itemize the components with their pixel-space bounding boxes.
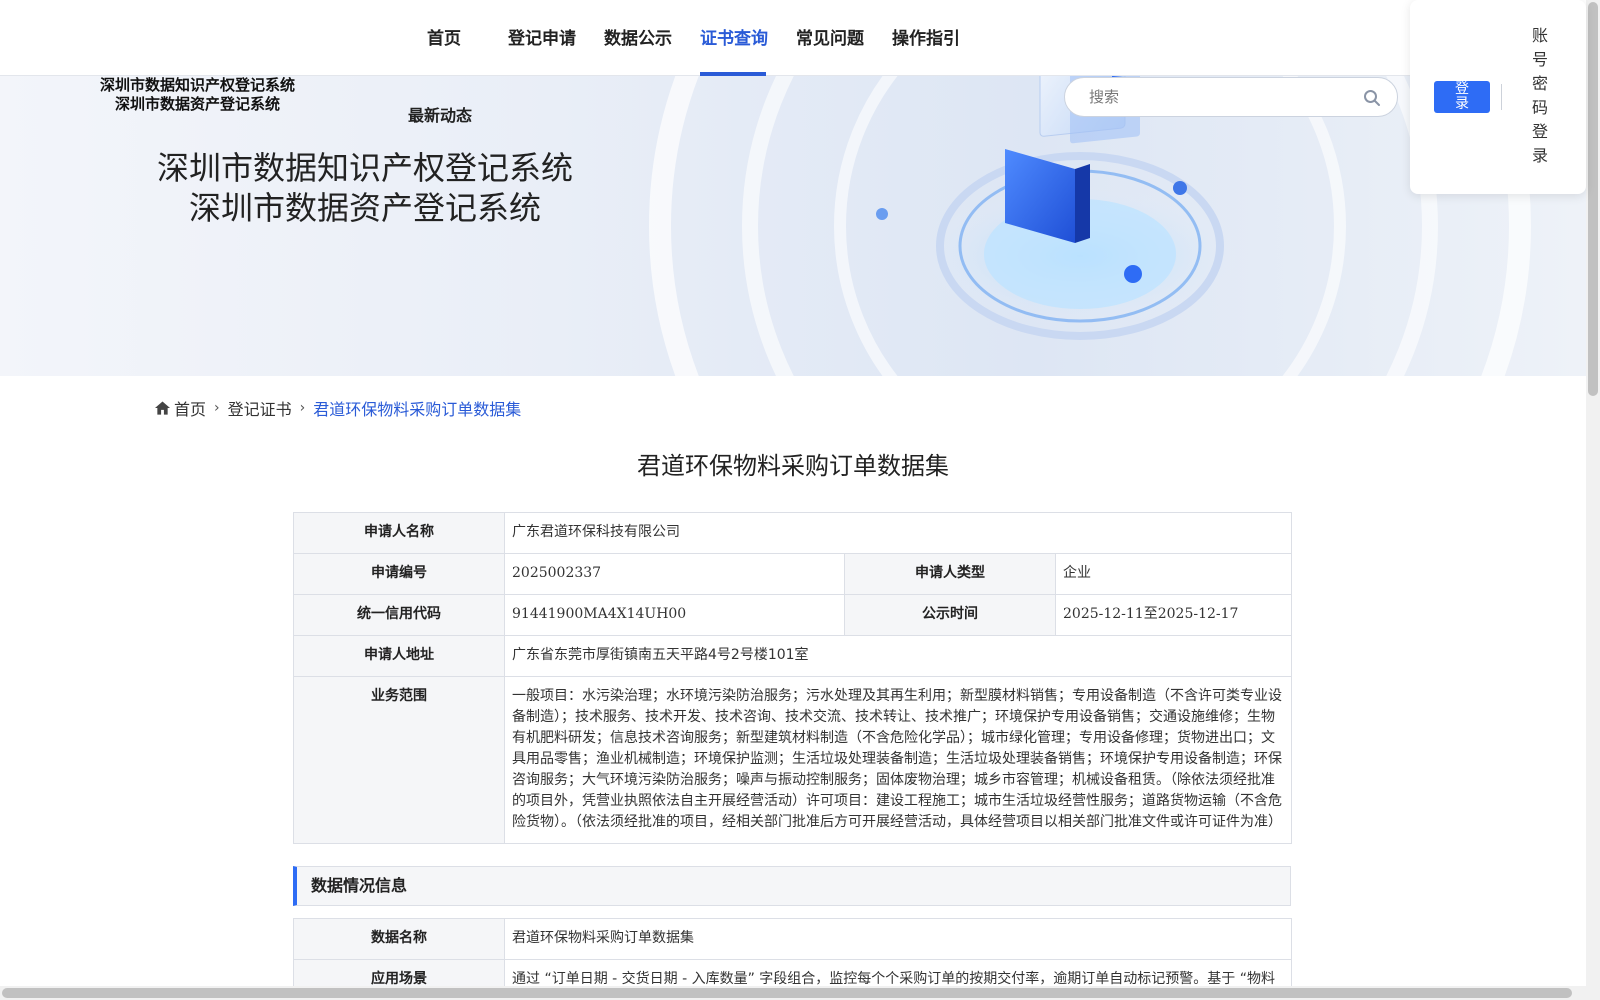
table-row: 统一信用代码 91441900MA4X14UH00 公示时间 2025-12-1…: [293, 594, 1292, 636]
nav-home[interactable]: 首页: [427, 24, 461, 76]
nav-label: 证书查询: [700, 29, 768, 49]
application-number-label: 申请编号: [293, 553, 505, 595]
table-row: 申请人地址 广东省东莞市厚街镇南五天平路4号2号楼101室: [293, 635, 1292, 677]
nav-operation-guide[interactable]: 操作指引: [892, 24, 960, 76]
login-divider: [1501, 84, 1502, 110]
banner-title: 深圳市数据知识产权登记系统 深圳市数据资产登记系统: [155, 148, 575, 228]
applicant-name-value: 广东君道环保科技有限公司: [504, 512, 1292, 554]
horizontal-scrollbar-thumb[interactable]: [2, 988, 1572, 998]
system-name-line: 深圳市数据资产登记系统: [114, 95, 280, 113]
applicant-address-label: 申请人地址: [293, 635, 505, 677]
credit-code-value: 91441900MA4X14UH00: [504, 594, 845, 636]
chevron-right-icon: ›: [214, 400, 220, 416]
home-icon: [155, 401, 170, 415]
breadcrumb-certificates[interactable]: 登记证书: [228, 396, 292, 420]
nav-data-publicity[interactable]: 数据公示: [604, 24, 672, 76]
banner-title-line: 深圳市数据知识产权登记系统: [156, 149, 573, 187]
nav-label: 首页: [427, 29, 461, 49]
nav-label: 常见问题: [796, 29, 864, 49]
nav-registration-apply[interactable]: 登记申请: [508, 24, 576, 76]
horizontal-scrollbar[interactable]: [0, 986, 1586, 1000]
applicant-type-label: 申请人类型: [844, 553, 1056, 595]
search-input[interactable]: [1089, 86, 1349, 108]
nav-label: 登记申请: [508, 29, 576, 49]
publicity-time-label: 公示时间: [844, 594, 1056, 636]
top-nav: 首页 登记申请 数据公示 证书查询 常见问题 操作指引: [0, 0, 1586, 76]
hero-banner: 深圳市数据知识产权登记系统 深圳市数据资产登记系统: [0, 76, 1586, 376]
data-name-label: 数据名称: [293, 918, 505, 960]
vertical-scrollbar-thumb[interactable]: [1588, 2, 1598, 396]
nav-label: 操作指引: [892, 29, 960, 49]
applicant-type-value: 企业: [1055, 553, 1292, 595]
table-row: 申请人名称 广东君道环保科技有限公司: [293, 512, 1292, 554]
breadcrumb-current: 君道环保物料采购订单数据集: [313, 400, 522, 419]
search-icon[interactable]: [1363, 89, 1381, 107]
banner-title-line: 深圳市数据资产登记系统: [188, 189, 541, 227]
system-name: 深圳市数据知识产权登记系统 深圳市数据资产登记系统: [80, 76, 315, 114]
data-info-section-heading: 数据情况信息: [293, 866, 1291, 906]
search-box: [1064, 77, 1398, 117]
password-login-link[interactable]: 账号密码登录: [1530, 24, 1550, 168]
nav-label: 数据公示: [604, 29, 672, 49]
applicant-name-label: 申请人名称: [293, 512, 505, 554]
vertical-scrollbar[interactable]: [1586, 0, 1600, 1000]
login-button[interactable]: 登录: [1434, 81, 1490, 113]
application-number-value: 2025002337: [504, 553, 845, 595]
business-scope-label: 业务范围: [293, 676, 505, 844]
business-scope-value: 一般项目：水污染治理；水环境污染防治服务；污水处理及其再生利用；新型膜材料销售；…: [504, 676, 1292, 844]
latest-news-link[interactable]: 最新动态: [408, 102, 472, 126]
breadcrumb: 首页 › 登记证书 › 君道环保物料采购订单数据集: [155, 396, 521, 420]
table-row: 业务范围 一般项目：水污染治理；水环境污染防治服务；污水处理及其再生利用；新型膜…: [293, 676, 1292, 844]
applicant-info-table: 申请人名称 广东君道环保科技有限公司 申请编号 2025002337 申请人类型…: [293, 512, 1292, 844]
table-row: 数据名称 君道环保物料采购订单数据集: [293, 918, 1292, 960]
applicant-address-value: 广东省东莞市厚街镇南五天平路4号2号楼101室: [504, 635, 1292, 677]
system-name-line: 深圳市数据知识产权登记系统: [99, 76, 295, 94]
nav-faq[interactable]: 常见问题: [796, 24, 864, 76]
credit-code-label: 统一信用代码: [293, 594, 505, 636]
publicity-time-value: 2025-12-11至2025-12-17: [1055, 594, 1292, 636]
page-title: 君道环保物料采购订单数据集: [637, 452, 949, 480]
login-panel: 登录 账号密码登录: [1410, 0, 1586, 194]
nav-certificate-query[interactable]: 证书查询: [700, 24, 768, 76]
data-name-value: 君道环保物料采购订单数据集: [504, 918, 1292, 960]
breadcrumb-home[interactable]: 首页: [174, 396, 206, 420]
chevron-right-icon: ›: [299, 400, 306, 416]
table-row: 申请编号 2025002337 申请人类型 企业: [293, 553, 1292, 595]
